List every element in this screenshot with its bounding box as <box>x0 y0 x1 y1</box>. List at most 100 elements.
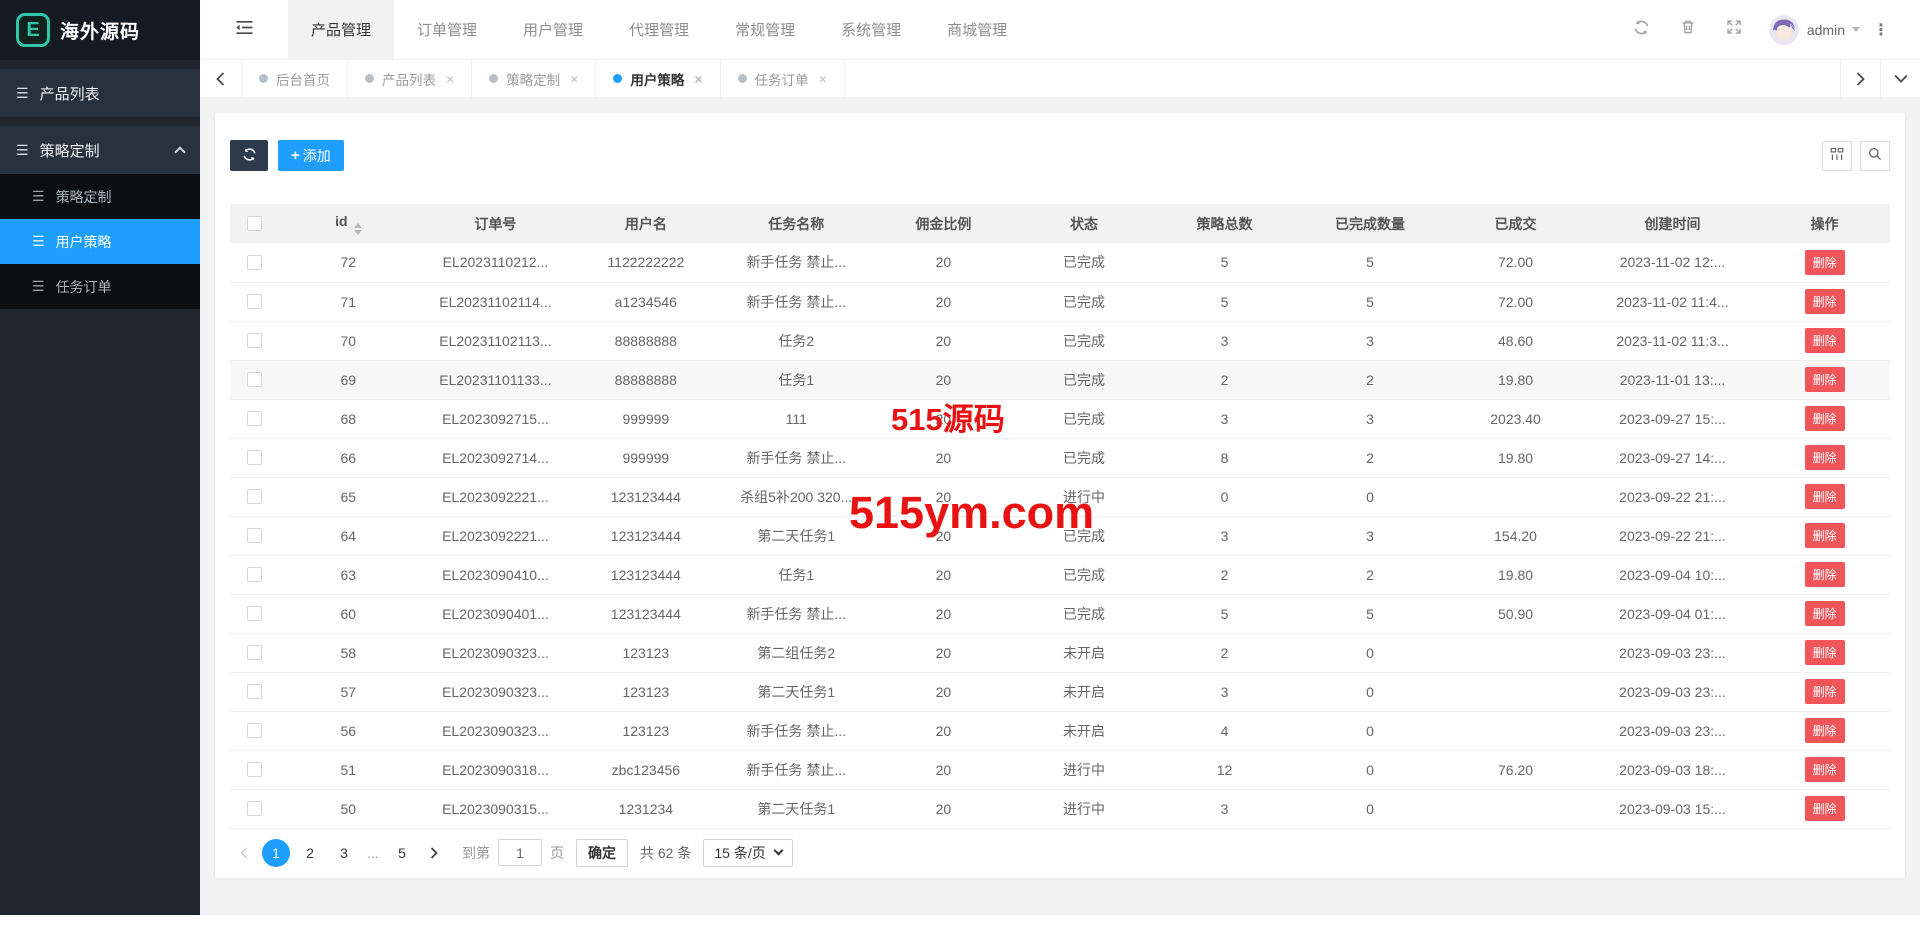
breadcrumb-tab-home[interactable]: 后台首页 <box>242 60 348 97</box>
page-jump-input[interactable] <box>498 839 542 866</box>
breadcrumb-tab-task-order[interactable]: 任务订单× <box>721 60 845 97</box>
confirm-page-button[interactable]: 确定 <box>576 839 628 867</box>
collapse-sidebar-button[interactable] <box>200 0 288 59</box>
tabs-scroll-right-button[interactable] <box>1840 60 1880 97</box>
cell-created-at: 2023-11-02 12:... <box>1586 243 1759 282</box>
delete-button[interactable]: 删除 <box>1805 562 1845 587</box>
cell-completed: 3 <box>1295 516 1445 555</box>
row-checkbox-cell <box>230 750 278 789</box>
delete-button[interactable]: 删除 <box>1805 640 1845 665</box>
cell-ops: 删除 <box>1759 711 1890 750</box>
nav-tab-mall[interactable]: 商城管理 <box>924 0 1030 59</box>
cell-completed: 0 <box>1295 750 1445 789</box>
cell-ops: 删除 <box>1759 516 1890 555</box>
row-checkbox[interactable] <box>247 645 262 660</box>
nav-tab-product[interactable]: 产品管理 <box>288 0 394 59</box>
delete-button[interactable]: 删除 <box>1805 484 1845 509</box>
row-checkbox[interactable] <box>247 606 262 621</box>
close-tab-icon[interactable]: × <box>446 71 454 87</box>
row-checkbox[interactable] <box>247 372 262 387</box>
row-checkbox[interactable] <box>247 255 262 270</box>
delete-button[interactable]: 删除 <box>1805 523 1845 548</box>
clear-cache-button[interactable] <box>1665 0 1711 60</box>
brand[interactable]: E 海外源码 <box>0 0 200 60</box>
avatar[interactable] <box>1769 15 1799 45</box>
cell-strategy-total: 0 <box>1154 477 1295 516</box>
page-button-2[interactable]: 2 <box>296 839 324 867</box>
brand-title: 海外源码 <box>60 17 140 44</box>
cell-ops: 删除 <box>1759 477 1890 516</box>
close-tab-icon[interactable]: × <box>570 71 578 87</box>
row-checkbox-cell <box>230 282 278 321</box>
refresh-page-button[interactable] <box>1619 0 1665 60</box>
row-checkbox[interactable] <box>247 684 262 699</box>
sidebar-subitem-task-order[interactable]: ☰任务订单 <box>0 264 200 309</box>
cell-id: 56 <box>278 711 419 750</box>
cell-status: 进行中 <box>1014 750 1155 789</box>
sidebar-subitem-user-strategy[interactable]: ☰用户策略 <box>0 219 200 264</box>
tabs-menu-button[interactable] <box>1880 60 1920 97</box>
select-all-checkbox[interactable] <box>247 216 262 231</box>
delete-button[interactable]: 删除 <box>1805 367 1845 392</box>
cell-task-name: 第二组任务2 <box>719 633 873 672</box>
nav-tab-agent[interactable]: 代理管理 <box>606 0 712 59</box>
nav-tab-user[interactable]: 用户管理 <box>500 0 606 59</box>
delete-button[interactable]: 删除 <box>1805 289 1845 314</box>
cell-completed: 0 <box>1295 477 1445 516</box>
sidebar-item-product-list[interactable]: ☰产品列表 <box>0 69 200 117</box>
cell-commission: 20 <box>873 594 1014 633</box>
delete-button[interactable]: 删除 <box>1805 757 1845 782</box>
delete-button[interactable]: 删除 <box>1805 406 1845 431</box>
delete-button[interactable]: 删除 <box>1805 445 1845 470</box>
row-checkbox[interactable] <box>247 294 262 309</box>
close-tab-icon[interactable]: × <box>819 71 827 87</box>
page-button-5[interactable]: 5 <box>388 839 416 867</box>
breadcrumb-tab-user-strategy[interactable]: 用户策略× <box>596 60 720 97</box>
row-checkbox[interactable] <box>247 567 262 582</box>
more-options-button[interactable]: ⋮ <box>1860 20 1902 40</box>
prev-page-button[interactable] <box>230 839 258 867</box>
cell-completed: 0 <box>1295 672 1445 711</box>
filter-columns-button[interactable] <box>1822 141 1852 171</box>
breadcrumb-tab-product-list[interactable]: 产品列表× <box>348 60 472 97</box>
nav-tab-general[interactable]: 常规管理 <box>712 0 818 59</box>
delete-button[interactable]: 删除 <box>1805 328 1845 353</box>
next-page-button[interactable] <box>420 839 448 867</box>
refresh-table-button[interactable] <box>230 140 268 171</box>
close-tab-icon[interactable]: × <box>694 71 702 87</box>
delete-button[interactable]: 删除 <box>1805 601 1845 626</box>
delete-button[interactable]: 删除 <box>1805 718 1845 743</box>
delete-button[interactable]: 删除 <box>1805 679 1845 704</box>
sidebar-item-strategy-custom[interactable]: ☰策略定制 <box>0 126 200 174</box>
row-checkbox[interactable] <box>247 762 262 777</box>
cell-commission: 20 <box>873 711 1014 750</box>
page-button-3[interactable]: 3 <box>330 839 358 867</box>
breadcrumb-tab-strategy-custom[interactable]: 策略定制× <box>472 60 596 97</box>
delete-button[interactable]: 删除 <box>1805 796 1845 821</box>
nav-tab-system[interactable]: 系统管理 <box>818 0 924 59</box>
fullscreen-button[interactable] <box>1711 0 1757 60</box>
row-checkbox[interactable] <box>247 801 262 816</box>
row-checkbox[interactable] <box>247 528 262 543</box>
table-search-button[interactable] <box>1860 141 1890 171</box>
sidebar-subitem-strategy-custom[interactable]: ☰策略定制 <box>0 174 200 219</box>
add-button[interactable]: + 添加 <box>278 140 344 171</box>
page-size-select[interactable]: 15 条/页 <box>703 839 792 867</box>
tabs-scroll-left-button[interactable] <box>200 60 242 97</box>
nav-tab-order[interactable]: 订单管理 <box>394 0 500 59</box>
refresh-icon <box>242 147 257 165</box>
row-checkbox[interactable] <box>247 723 262 738</box>
cell-order-no: EL20231101133... <box>419 360 573 399</box>
jump-unit-label: 页 <box>550 843 564 863</box>
delete-button[interactable]: 删除 <box>1805 250 1845 275</box>
sort-icon[interactable] <box>354 223 362 235</box>
user-menu[interactable]: admin <box>1807 22 1860 38</box>
column-label: 订单号 <box>474 216 516 232</box>
row-checkbox[interactable] <box>247 411 262 426</box>
row-checkbox[interactable] <box>247 333 262 348</box>
cell-id: 60 <box>278 594 419 633</box>
page-button-1[interactable]: 1 <box>262 839 290 867</box>
row-checkbox[interactable] <box>247 450 262 465</box>
row-checkbox[interactable] <box>247 489 262 504</box>
fullscreen-icon <box>1726 19 1742 40</box>
